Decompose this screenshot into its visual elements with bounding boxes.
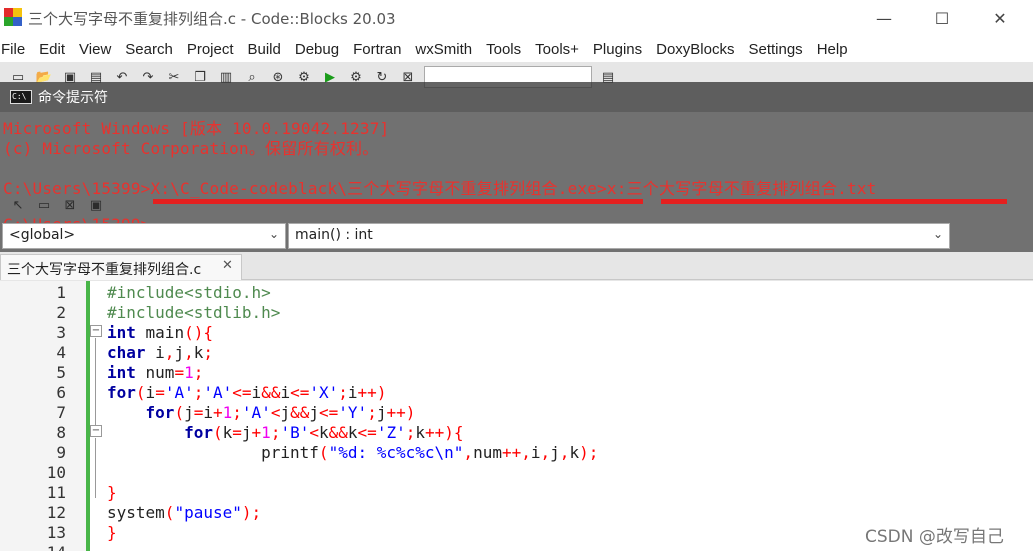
code-line: #include<stdlib.h> [107,303,281,322]
menu-file[interactable]: File [1,41,31,58]
fold-guide [95,438,96,498]
line-number: 4 [56,343,66,362]
line-number: 12 [46,503,66,522]
menu-wxsmith[interactable]: wxSmith [415,41,478,58]
minimize-button[interactable]: — [855,0,913,36]
code-line: for(j=i+1;'A'<j&&j<='Y';j++) [145,403,416,422]
scope-dropdown[interactable]: <global> ⌄ [2,223,286,249]
line-number: 9 [56,443,66,462]
fold-toggle-icon[interactable]: − [90,425,102,437]
menu-edit[interactable]: Edit [39,41,71,58]
console-title: 命令提示符 [38,90,108,106]
menu-search[interactable]: Search [125,41,179,58]
line-number: 11 [46,483,66,502]
code-line: } [107,523,117,542]
annotation-underline [661,199,1007,204]
code-line: int main(){ [107,323,213,342]
cmd-icon: C:\ [10,90,32,104]
menu-view[interactable]: View [79,41,117,58]
close-button[interactable]: ✕ [971,0,1029,36]
codeblocks-logo-icon [4,8,22,26]
menu-debug[interactable]: Debug [295,41,345,58]
window-title: 三个大写字母不重复排列组合.c - Code::Blocks 20.03 [28,10,396,28]
menu-plugins[interactable]: Plugins [593,41,648,58]
line-number: 8 [56,423,66,442]
watermark-text: CSDN @改写自己 [865,527,1004,547]
menu-tools-plus[interactable]: Tools+ [535,41,585,58]
console-command-line: C:\Users\15399>X:\C_Code-codeblack\三个大写字… [3,179,877,198]
chevron-down-icon: ⌄ [268,227,279,241]
change-marker-bar [86,281,90,551]
line-number: 7 [56,403,66,422]
function-dropdown[interactable]: main() : int ⌄ [288,223,950,249]
title-bar: 三个大写字母不重复排列组合.c - Code::Blocks 20.03 — ☐… [0,0,1033,36]
menu-help[interactable]: Help [817,41,854,58]
code-line: printf("%d: %c%c%c\n",num++,i,j,k); [107,443,599,462]
menu-build[interactable]: Build [248,41,287,58]
console-line: (c) Microsoft Corporation。保留所有权利。 [3,139,379,158]
line-number: 2 [56,303,66,322]
code-line: } [107,483,117,502]
code-line: char i,j,k; [107,343,213,362]
code-line: int num=1; [107,363,204,382]
fold-guide [95,338,96,426]
close-icon[interactable]: ✕ [222,258,233,273]
menu-fortran[interactable]: Fortran [353,41,407,58]
menu-tools[interactable]: Tools [486,41,527,58]
line-number: 3 [56,323,66,342]
fold-toggle-icon[interactable]: − [90,325,102,337]
line-number: 10 [46,463,66,482]
scope-value: <global> [9,227,76,243]
code-line: #include<stdio.h> [107,283,271,302]
code-line: system("pause"); [107,503,262,522]
menu-settings[interactable]: Settings [748,41,808,58]
tab-label: 三个大写字母不重复排列组合.c [7,262,202,278]
line-number: 13 [46,523,66,542]
annotation-underline [153,199,643,204]
tab-source-file[interactable]: 三个大写字母不重复排列组合.c [0,254,242,280]
menu-doxyblocks[interactable]: DoxyBlocks [656,41,740,58]
maximize-button[interactable]: ☐ [913,0,971,36]
menu-bar: File Edit View Search Project Build Debu… [0,36,1033,62]
line-number: 5 [56,363,66,382]
code-line: for(k=j+1;'B'<k&&k<='Z';k++){ [184,423,464,442]
line-number: 6 [56,383,66,402]
line-number: 1 [56,283,66,302]
console-title-bar [0,82,1033,112]
menu-project[interactable]: Project [187,41,240,58]
code-line: for(i='A';'A'<=i&&i<='X';i++) [107,383,387,402]
function-value: main() : int [295,227,373,243]
chevron-down-icon: ⌄ [932,227,943,241]
line-number: 14 [0,543,66,551]
